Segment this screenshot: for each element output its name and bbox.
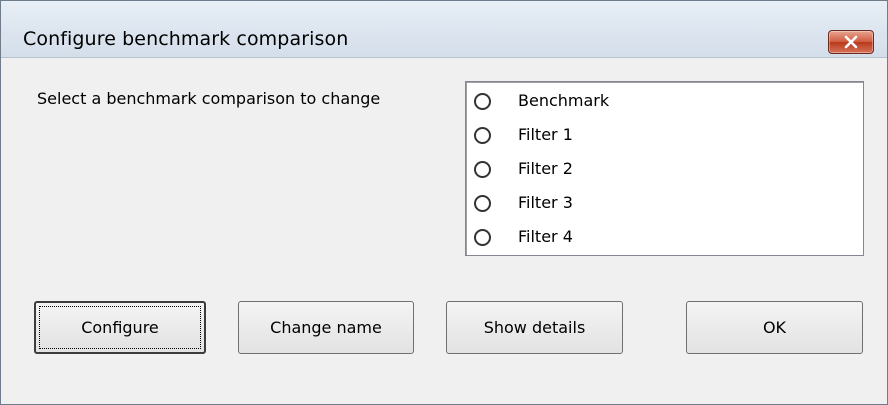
list-item-filter-2[interactable]: Filter 2 <box>474 154 854 188</box>
list-item-filter-3[interactable]: Filter 3 <box>474 188 854 222</box>
radio-button[interactable] <box>474 127 491 144</box>
title-bar[interactable]: Configure benchmark comparison <box>1 1 887 58</box>
prompt-label: Select a benchmark comparison to change <box>37 89 381 108</box>
configure-button-label: Configure <box>81 318 159 337</box>
change-name-button[interactable]: Change name <box>238 301 414 354</box>
radio-button[interactable] <box>474 161 491 178</box>
dialog-window: Configure benchmark comparison Select a … <box>0 0 888 405</box>
list-item-label: Filter 3 <box>518 193 573 212</box>
ok-button-label: OK <box>762 318 787 337</box>
ok-button[interactable]: OK <box>686 301 863 354</box>
radio-button[interactable] <box>474 229 491 246</box>
window-title: Configure benchmark comparison <box>23 28 349 50</box>
comparison-listbox[interactable]: Benchmark Filter 1 Filter 2 Filter 3 Fil… <box>465 81 864 256</box>
list-item-label: Filter 4 <box>518 227 573 246</box>
show-details-button-label: Show details <box>483 318 586 337</box>
radio-button[interactable] <box>474 93 491 110</box>
list-item-label: Filter 2 <box>518 159 573 178</box>
close-x-icon <box>844 35 858 49</box>
show-details-button[interactable]: Show details <box>446 301 623 354</box>
radio-button[interactable] <box>474 195 491 212</box>
list-item-filter-4[interactable]: Filter 4 <box>474 222 854 256</box>
list-item-filter-1[interactable]: Filter 1 <box>474 120 854 154</box>
list-item-label: Filter 1 <box>518 125 573 144</box>
list-item-label: Benchmark <box>518 91 610 110</box>
close-button[interactable] <box>828 30 874 54</box>
configure-button[interactable]: Configure <box>34 301 206 354</box>
list-item-benchmark[interactable]: Benchmark <box>474 86 854 120</box>
change-name-button-label: Change name <box>270 318 382 337</box>
